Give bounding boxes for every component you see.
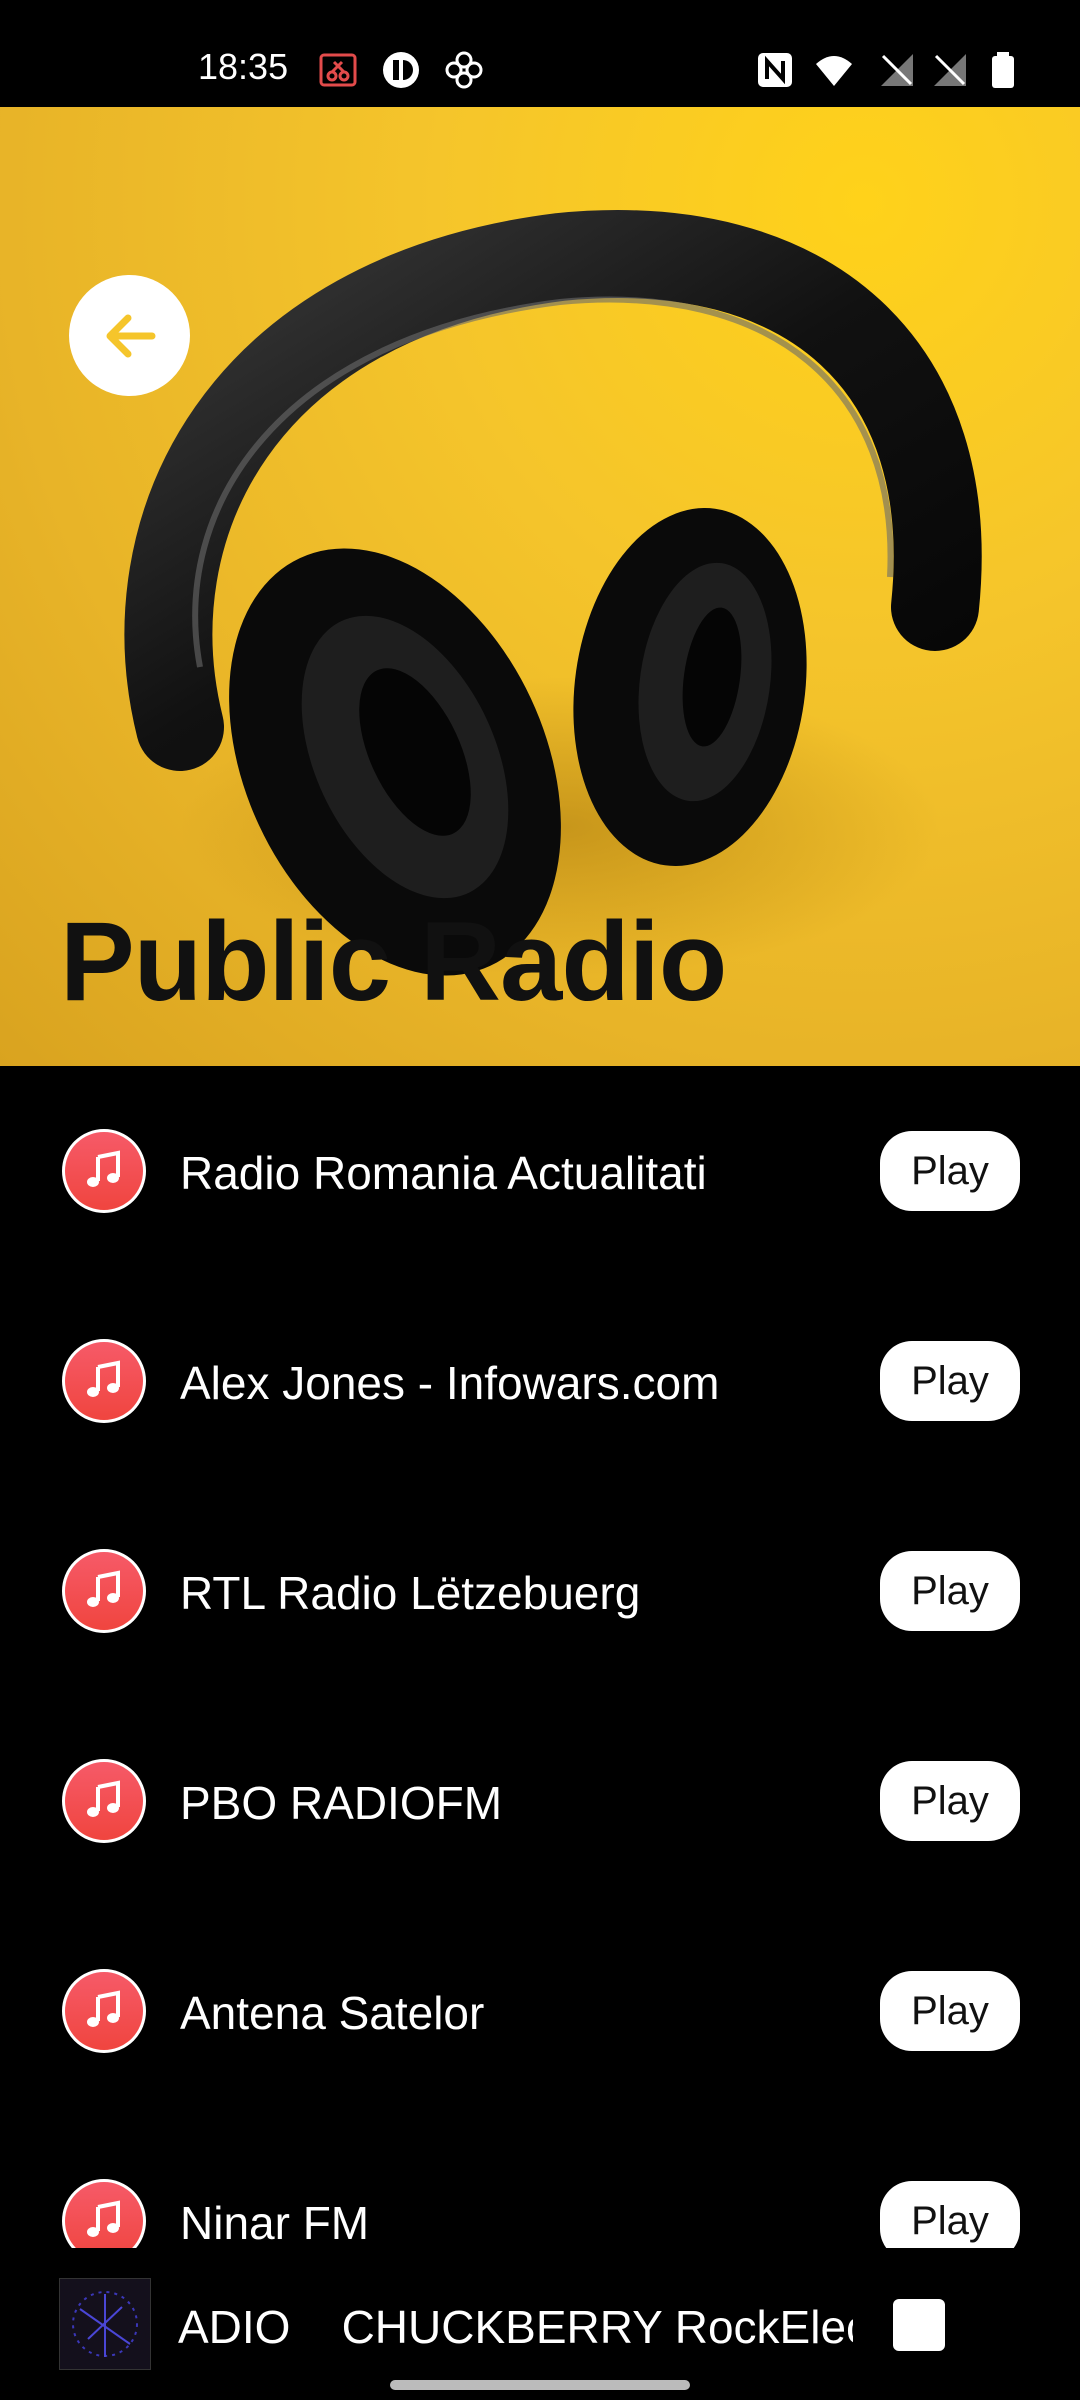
music-note-icon	[62, 1759, 146, 1843]
list-item[interactable]: Antena Satelor Play	[0, 1906, 1080, 2116]
mini-player[interactable]: ADIO CHUCKBERRY RockElect	[0, 2248, 1080, 2400]
play-button[interactable]: Play	[880, 1761, 1020, 1841]
battery-icon	[992, 52, 1014, 88]
pinwheel-icon	[445, 51, 483, 89]
page-title: Public Radio	[60, 899, 727, 1024]
station-name: RTL Radio Lëtzebuerg	[180, 1567, 641, 1619]
music-note-icon	[62, 1969, 146, 2053]
now-playing-text: ADIO CHUCKBERRY RockElect	[178, 2301, 853, 2353]
arrow-left-icon	[106, 314, 155, 357]
station-name: Radio Romania Actualitati	[180, 1147, 707, 1199]
wifi-icon	[816, 56, 852, 86]
station-list[interactable]: Radio Romania Actualitati Play Alex Jone…	[0, 1066, 1080, 2248]
status-bar: 18:35	[0, 0, 1080, 107]
station-name: PBO RADIOFM	[180, 1777, 503, 1829]
album-art-image	[59, 2278, 151, 2370]
music-note-icon	[62, 2179, 146, 2248]
list-item[interactable]: Ninar FM Play	[0, 2116, 1080, 2248]
nfc-icon	[758, 53, 792, 87]
list-item[interactable]: Radio Romania Actualitati Play	[0, 1066, 1080, 1276]
music-note-icon	[62, 1129, 146, 1213]
no-signal-icon	[881, 54, 913, 86]
station-name: Alex Jones - Infowars.com	[180, 1357, 720, 1409]
screenshot-icon	[319, 53, 357, 87]
station-name: Antena Satelor	[180, 1987, 485, 2039]
station-name: Ninar FM	[180, 2197, 370, 2248]
status-time: 18:35	[198, 46, 289, 87]
play-button[interactable]: Play	[880, 1341, 1020, 1421]
list-item[interactable]: Alex Jones - Infowars.com Play	[0, 1276, 1080, 1486]
play-button[interactable]: Play	[880, 1551, 1020, 1631]
no-signal-icon	[934, 54, 966, 86]
music-note-icon	[62, 1339, 146, 1423]
stop-button[interactable]	[893, 2299, 945, 2351]
now-playing-marquee: ADIO CHUCKBERRY RockElect	[178, 2300, 853, 2360]
music-note-icon	[62, 1549, 146, 1633]
back-button[interactable]	[69, 275, 190, 396]
list-item[interactable]: RTL Radio Lëtzebuerg Play	[0, 1486, 1080, 1696]
play-button[interactable]: Play	[880, 1971, 1020, 2051]
home-indicator[interactable]	[390, 2380, 690, 2390]
info-icon	[383, 52, 419, 88]
play-button[interactable]: Play	[880, 1131, 1020, 1211]
list-item[interactable]: PBO RADIOFM Play	[0, 1696, 1080, 1906]
play-button[interactable]: Play	[880, 2181, 1020, 2248]
header-image: Public Radio	[0, 107, 1080, 1066]
